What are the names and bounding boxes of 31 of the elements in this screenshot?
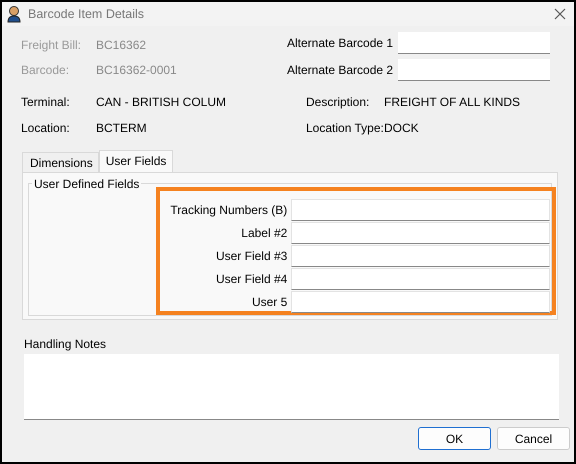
field-value: BC16362-0001 (96, 63, 177, 77)
input-field[interactable] (398, 32, 550, 54)
field-label: Location Type: (305, 121, 384, 135)
field-label: Description: (305, 95, 370, 109)
tab[interactable]: Dimensions (22, 152, 99, 172)
field-value: BC16362 (96, 38, 146, 52)
window-title: Barcode Item Details (28, 7, 146, 21)
field-label: Location: (21, 121, 71, 135)
group-title: User Defined Fields (32, 177, 142, 191)
dialog-button[interactable]: OK (418, 427, 491, 450)
field-label: Terminal: (21, 95, 71, 109)
field-label: User Field #4 (214, 272, 288, 286)
field-value: FREIGHT OF ALL KINDS (384, 95, 522, 109)
person-icon (6, 5, 22, 23)
tab[interactable]: User Fields (98, 150, 174, 172)
field-label: Label #2 (240, 226, 288, 240)
field-value: CAN - BRITISH COLUM (96, 95, 228, 109)
dialog-button[interactable]: Cancel (497, 427, 570, 450)
field-value: BCTERM (96, 121, 148, 135)
field-label: Tracking Numbers (B) (169, 203, 288, 217)
field-label: User Field #3 (214, 249, 288, 263)
field-value: DOCK (384, 121, 420, 135)
notes-field[interactable] (24, 354, 559, 420)
close-icon[interactable] (554, 8, 566, 20)
field-label: Barcode: (21, 63, 70, 77)
field-label: Freight Bill: (21, 38, 82, 52)
field-label: Alternate Barcode 2 (287, 63, 394, 77)
field-label: Handling Notes (23, 336, 108, 353)
input-field[interactable] (398, 59, 550, 81)
field-label: Alternate Barcode 1 (287, 36, 394, 50)
field-label: User 5 (250, 295, 288, 309)
